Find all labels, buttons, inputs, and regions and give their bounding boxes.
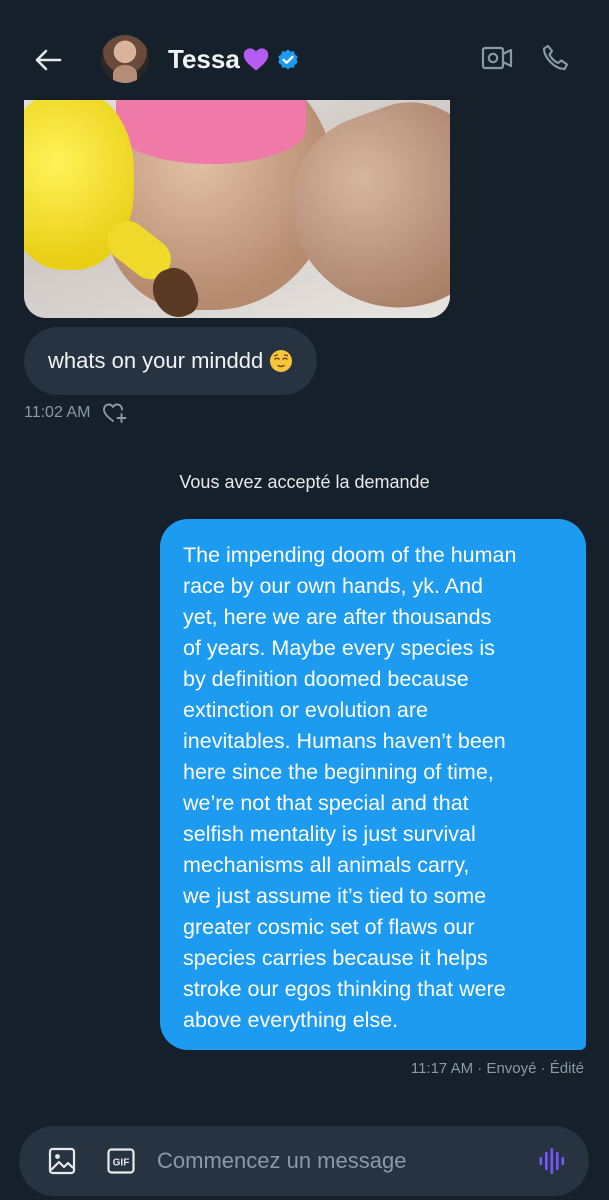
heart-plus-icon xyxy=(103,403,127,423)
outgoing-message-line: by definition doomed because xyxy=(183,667,469,691)
contact-name-text: Tessa xyxy=(168,44,240,74)
relieved-face-emoji xyxy=(270,350,293,372)
outgoing-message-line: The impending doom of the human xyxy=(183,543,517,567)
gif-label: GIF xyxy=(113,1158,130,1169)
outgoing-message-bubble[interactable]: The impending doom of the human race by … xyxy=(160,519,586,1050)
purple-heart-icon xyxy=(243,47,269,70)
voice-message-icon[interactable] xyxy=(537,1146,567,1176)
outgoing-message-line: race by our own hands, yk. And xyxy=(183,574,483,598)
voice-call-button[interactable] xyxy=(537,40,573,76)
back-button[interactable] xyxy=(28,40,68,80)
message-input[interactable]: Commencez un message xyxy=(157,1146,517,1176)
video-camera-icon xyxy=(481,46,513,70)
outgoing-message-meta: 11:17 AM · Envoyé · Édité xyxy=(410,1060,584,1077)
outgoing-message-line: mechanisms all animals carry, xyxy=(183,853,470,877)
outgoing-message-line: above everything else. xyxy=(183,1008,399,1032)
outgoing-message-line: we just assume it’s tied to some xyxy=(183,884,487,908)
outgoing-message-line: stroke our egos thinking that were xyxy=(183,977,506,1001)
incoming-timestamp: 11:02 AM xyxy=(24,404,91,421)
outgoing-message-line: we’re not that special and that xyxy=(183,791,469,815)
back-arrow-icon xyxy=(35,49,62,71)
outgoing-message-line: here since the beginning of time, xyxy=(183,760,494,784)
outgoing-message-line: species carries because it helps xyxy=(183,946,488,970)
add-reaction-button[interactable] xyxy=(102,401,128,425)
message-composer: GIF Commencez un message xyxy=(19,1126,589,1196)
verified-badge-icon xyxy=(278,49,298,69)
incoming-message-bubble[interactable]: whats on your minddd xyxy=(24,327,318,395)
conversation-header: Tessa xyxy=(0,0,609,100)
outgoing-message-line: yet, here we are after thousands xyxy=(183,605,492,629)
contact-name[interactable]: Tessa xyxy=(168,44,300,75)
request-accepted-note: Vous avez accepté la demande xyxy=(179,472,430,492)
outgoing-message-line: extinction or evolution are xyxy=(183,698,429,722)
outgoing-message-line: greater cosmic set of flaws our xyxy=(183,915,475,939)
contact-avatar[interactable] xyxy=(101,35,149,83)
incoming-message-text: whats on your minddd xyxy=(48,348,264,373)
phone-icon xyxy=(542,44,569,71)
video-call-button[interactable] xyxy=(479,40,515,76)
outgoing-message-line: inevitables. Humans haven’t been xyxy=(183,729,506,753)
image-icon[interactable] xyxy=(47,1146,77,1176)
gif-icon[interactable]: GIF xyxy=(107,1148,135,1174)
outgoing-message-line: selfish mentality is just survival xyxy=(183,822,476,846)
outgoing-message-line: of years. Maybe every species is xyxy=(183,636,495,660)
shared-photo[interactable] xyxy=(24,100,450,318)
incoming-message-meta: 11:02 AM xyxy=(24,401,128,425)
